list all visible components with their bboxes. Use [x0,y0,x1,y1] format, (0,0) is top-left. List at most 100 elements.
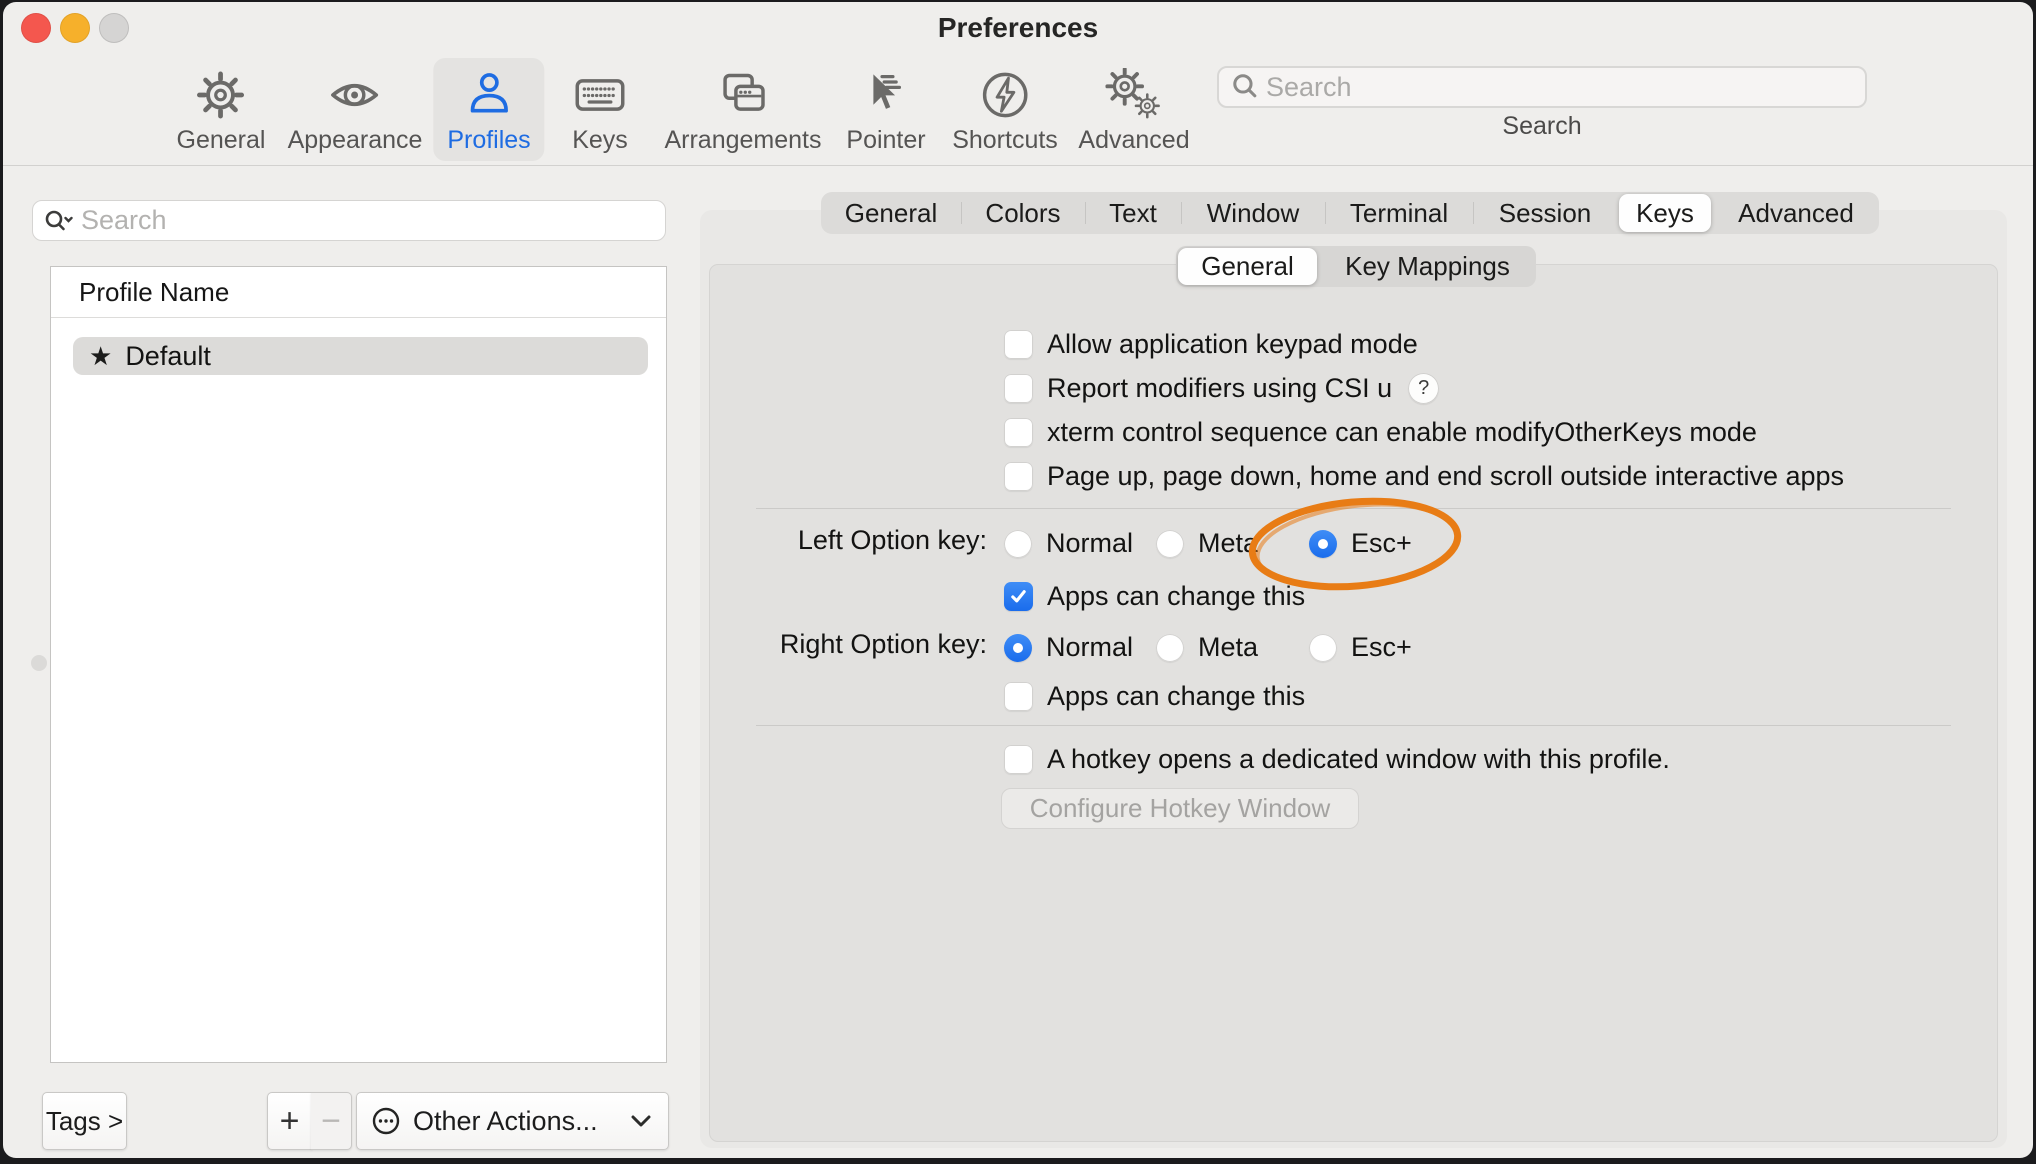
titlebar: Preferences [3,2,2033,54]
keys-subtabbar: General Key Mappings [1176,246,1536,287]
tab-general[interactable]: General [821,192,961,234]
right-option-normal[interactable]: Normal [1004,632,1133,663]
profile-list-header: Profile Name [51,267,666,318]
toolbar-item-profiles[interactable]: Profiles [433,58,544,161]
checkbox-label: Report modifiers using CSI u [1047,373,1392,404]
other-actions-dropdown[interactable]: Other Actions... [356,1092,669,1150]
checkbox[interactable] [1004,462,1033,491]
double-gear-icon [1078,66,1189,124]
radio[interactable] [1004,634,1032,662]
tab-keys[interactable]: Keys [1619,194,1711,232]
eye-icon [288,66,423,124]
search-scope-icon [43,208,73,234]
person-icon [447,66,530,124]
radio[interactable] [1004,530,1032,558]
toolbar-divider [3,165,2033,166]
left-option-normal[interactable]: Normal [1004,528,1133,559]
checkbox-row-csi-u[interactable]: Report modifiers using CSI u ? [1004,373,1439,404]
windows-icon [664,66,821,124]
radio[interactable] [1156,530,1184,558]
checkbox-row-scroll-outside[interactable]: Page up, page down, home and end scroll … [1004,461,1844,492]
toolbar-item-label: General [177,126,266,155]
toolbar-item-label: Arrangements [664,126,821,155]
section-divider [756,508,1951,509]
profile-row-default[interactable]: ★ Default [73,337,648,375]
chevron-down-icon [630,1114,652,1128]
tab-terminal[interactable]: Terminal [1325,192,1473,234]
toolbar-search-caption: Search [1217,112,1867,141]
checkbox[interactable] [1004,374,1033,403]
window-title: Preferences [3,12,2033,44]
toolbar-item-pointer[interactable]: Pointer [832,58,939,161]
checkbox-row-modifyotherkeys[interactable]: xterm control sequence can enable modify… [1004,417,1757,448]
checkbox-row-keypad-mode[interactable]: Allow application keypad mode [1004,329,1418,360]
remove-profile-button[interactable]: − [311,1092,352,1150]
checkbox-label: Apps can change this [1047,581,1305,612]
section-divider [756,725,1951,726]
preferences-toolbar: General Appearance Profiles [3,54,2033,165]
right-option-meta[interactable]: Meta [1156,632,1258,663]
add-profile-button[interactable]: + [267,1092,312,1150]
profile-settings-panel: General Colors Text Window Terminal Sess… [700,210,2007,1148]
toolbar-item-appearance[interactable]: Appearance [274,58,437,161]
radio[interactable] [1309,530,1337,558]
profile-name: Default [125,341,211,372]
tab-window[interactable]: Window [1181,192,1325,234]
radio-label: Esc+ [1351,632,1412,663]
checkbox-label: Apps can change this [1047,681,1305,712]
profile-tabbar: General Colors Text Window Terminal Sess… [821,192,1879,234]
tab-text[interactable]: Text [1085,192,1181,234]
toolbar-item-label: Advanced [1078,126,1189,155]
tab-colors[interactable]: Colors [961,192,1085,234]
subtab-key-mappings[interactable]: Key Mappings [1319,246,1536,287]
keyboard-icon [571,66,629,124]
toolbar-item-shortcuts[interactable]: Shortcuts [938,58,1072,161]
profile-search-input[interactable] [81,205,655,236]
left-option-meta[interactable]: Meta [1156,528,1258,559]
cursor-icon [846,66,925,124]
left-option-key-label: Left Option key: [740,525,987,556]
preferences-window: Preferences General Appearance [3,2,2033,1158]
toolbar-item-keys[interactable]: Keys [557,58,643,161]
right-option-esc[interactable]: Esc+ [1309,632,1412,663]
checkbox-label: Allow application keypad mode [1047,329,1418,360]
toolbar-item-label: Keys [571,126,629,155]
toolbar-search-field[interactable] [1217,66,1867,108]
checkbox-label: xterm control sequence can enable modify… [1047,417,1757,448]
checkbox-label: Page up, page down, home and end scroll … [1047,461,1844,492]
search-icon [1231,72,1257,103]
right-option-key-label: Right Option key: [740,629,987,660]
toolbar-item-general[interactable]: General [163,58,280,161]
right-apps-can-change-row[interactable]: Apps can change this [1004,681,1305,712]
checkbox[interactable] [1004,682,1033,711]
toolbar-search-input[interactable] [1266,72,1853,103]
radio-label: Normal [1046,528,1133,559]
profile-search-field[interactable] [32,200,666,241]
subtab-general[interactable]: General [1178,248,1317,285]
left-option-esc[interactable]: Esc+ [1309,528,1412,559]
star-icon: ★ [89,343,112,369]
left-apps-can-change-row[interactable]: Apps can change this [1004,581,1305,612]
toolbar-item-advanced[interactable]: Advanced [1064,58,1203,161]
radio-label: Meta [1198,528,1258,559]
tab-session[interactable]: Session [1473,192,1617,234]
tab-advanced[interactable]: Advanced [1713,192,1879,234]
toolbar-item-label: Profiles [447,126,530,155]
radio-label: Normal [1046,632,1133,663]
sidebar-edge-dot [31,655,47,671]
profile-list: Profile Name ★ Default [50,266,667,1063]
gear-icon [177,66,266,124]
radio[interactable] [1309,634,1337,662]
checkbox[interactable] [1004,418,1033,447]
configure-hotkey-window-button[interactable]: Configure Hotkey Window [1001,788,1359,829]
radio[interactable] [1156,634,1184,662]
checkbox[interactable] [1004,745,1033,774]
help-button[interactable]: ? [1408,373,1439,404]
toolbar-item-arrangements[interactable]: Arrangements [650,58,835,161]
checkbox[interactable] [1004,582,1033,611]
radio-label: Meta [1198,632,1258,663]
ellipsis-circle-icon [370,1105,402,1137]
hotkey-window-row[interactable]: A hotkey opens a dedicated window with t… [1004,744,1670,775]
tags-button[interactable]: Tags > [42,1092,127,1150]
checkbox[interactable] [1004,330,1033,359]
